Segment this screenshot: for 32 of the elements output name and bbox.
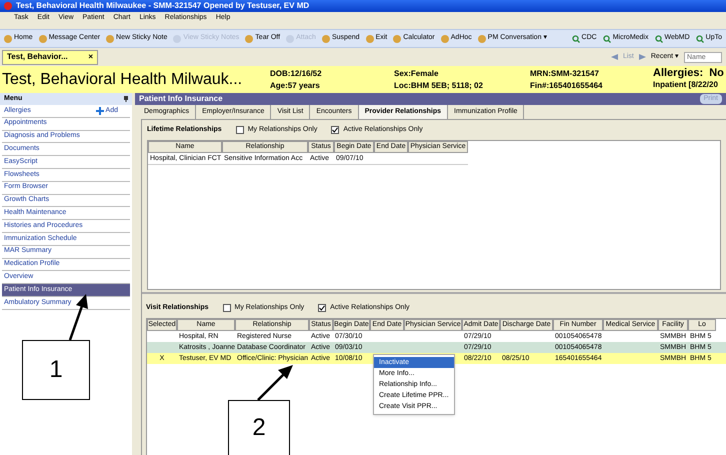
mrn: MRN:SMM-321547 <box>530 68 600 80</box>
pointer-arrow <box>257 365 293 401</box>
plus-icon <box>96 106 104 115</box>
content-title: Patient Info Insurance <box>139 93 223 105</box>
back-arrow-icon[interactable] <box>610 54 618 60</box>
magnifier-icon <box>696 34 704 42</box>
checkbox[interactable] <box>222 304 230 312</box>
magnifier-icon <box>654 34 662 42</box>
callout-box: 1 <box>22 340 90 400</box>
fin-number: Fin#:165401655464 <box>530 80 604 92</box>
app-icon <box>4 2 12 10</box>
encounter-status: Inpatient [8/22/20 <box>653 79 719 91</box>
callout-box: 2 <box>228 400 290 455</box>
check-icon <box>319 305 326 311</box>
magnifier-icon <box>602 34 611 42</box>
check-icon <box>332 127 338 133</box>
checkbox[interactable] <box>331 126 340 134</box>
allergies: Allergies: No <box>653 68 724 79</box>
checkbox[interactable] <box>236 126 244 134</box>
checkbox[interactable] <box>318 304 326 312</box>
close-button[interactable]: × <box>88 51 93 63</box>
magnifier-icon <box>572 34 580 42</box>
patient-name: Test, Behavioral Health Milwauk... <box>2 70 242 88</box>
sex: Sex:Female <box>394 68 440 80</box>
pin-icon[interactable] <box>124 96 128 102</box>
patient-tab[interactable]: Test, Behavior... × <box>2 50 98 64</box>
patient-tab-label: Test, Behavior... <box>7 51 68 63</box>
window-title: Test, Behavioral Health Milwaukee - SMM-321547 Opened by Testuser, EV MD <box>16 0 310 12</box>
location: Loc:BHM 5EB; 5118; 02 <box>394 80 484 92</box>
dob: DOB:12/16/52 <box>270 68 323 80</box>
forward-arrow-icon[interactable] <box>638 54 646 60</box>
age: Age:57 years <box>270 80 321 92</box>
